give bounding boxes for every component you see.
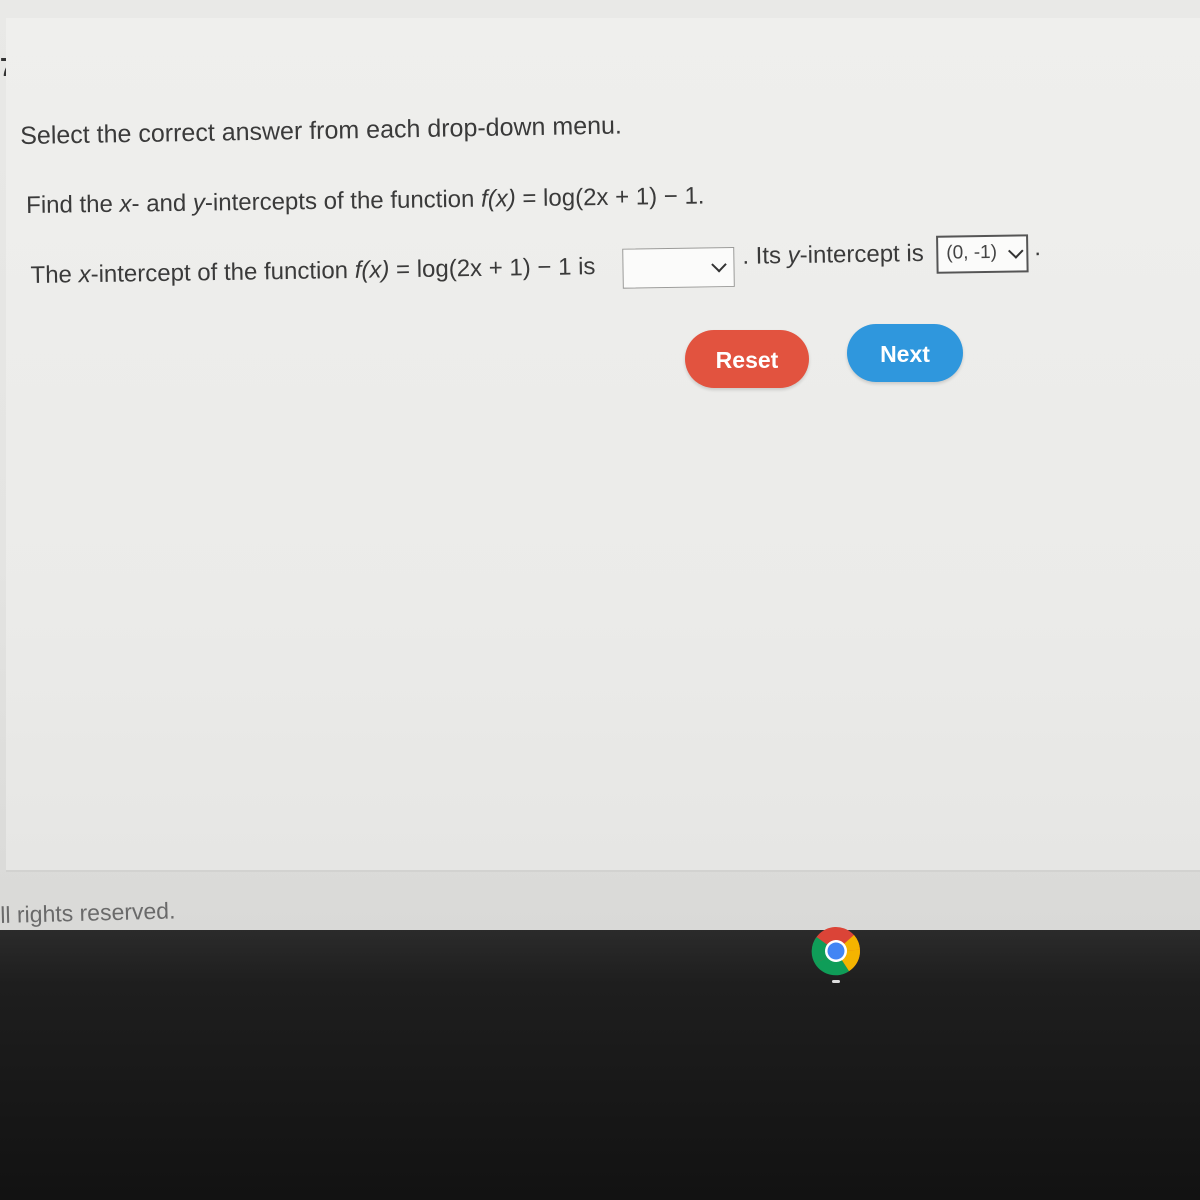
answer-fx: f(x) <box>354 256 390 284</box>
answer-end: . <box>1034 234 1042 262</box>
chrome-icon[interactable] <box>809 924 864 979</box>
chevron-down-icon <box>1008 243 1024 259</box>
question-mid: - and <box>131 189 194 218</box>
question-fx: f(x) <box>480 185 516 213</box>
chrome-running-indicator <box>832 980 840 983</box>
answer-line-part1: The x-intercept of the function f(x) = l… <box>30 253 595 290</box>
y-intercept-dropdown[interactable]: (0, -1) <box>936 234 1029 274</box>
answer-middle: . Its <box>742 242 788 270</box>
answer-mid: -intercept of the function <box>90 256 355 289</box>
answer-y-text: -intercept is <box>799 239 924 269</box>
question-equation: = log(2x + 1) − 1. <box>515 182 705 213</box>
app-page: 7 Select the correct answer from each dr… <box>0 0 1200 930</box>
question-suffix: -intercepts of the function <box>204 185 482 217</box>
answer-line-part2: . Its y-intercept is <box>742 240 924 271</box>
next-button[interactable]: Next <box>847 324 963 382</box>
chevron-down-icon <box>711 256 727 273</box>
question-y-var: y <box>192 189 206 217</box>
question-prefix: Find the <box>26 190 120 219</box>
answer-prefix: The <box>30 261 79 289</box>
y-intercept-selected: (0, -1) <box>946 241 998 264</box>
answer-y-var: y <box>787 241 800 270</box>
answer-equation: = log(2x + 1) − 1 is <box>389 253 596 284</box>
copyright-footer: ll rights reserved. <box>0 897 176 928</box>
reset-button[interactable]: Reset <box>685 330 809 388</box>
question-x-var: x <box>119 190 132 218</box>
x-intercept-dropdown[interactable] <box>622 246 735 289</box>
taskbar <box>0 930 1200 1200</box>
answer-x-var: x <box>78 261 91 289</box>
